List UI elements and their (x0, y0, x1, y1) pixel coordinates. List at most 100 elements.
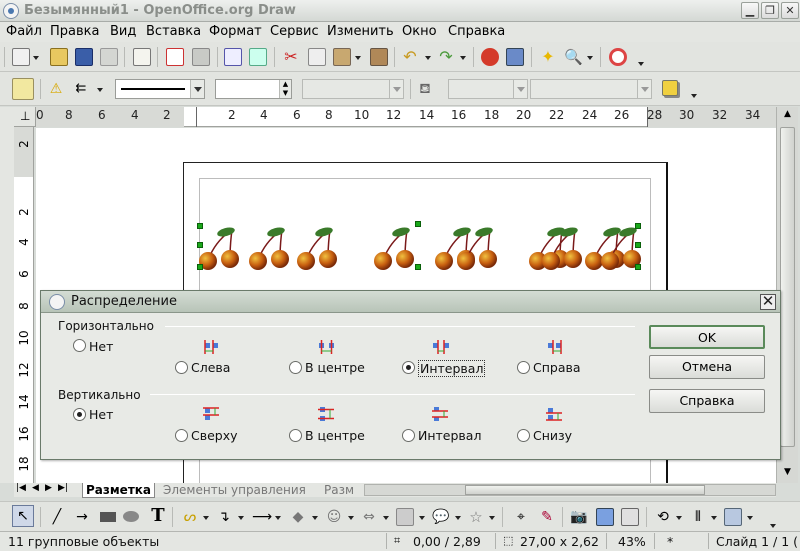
vertical-none-radio[interactable] (73, 408, 86, 421)
line-width-field[interactable]: ▲ ▼ (215, 79, 292, 99)
rotate-icon[interactable]: ⟲ (654, 508, 672, 526)
dialog-close-icon[interactable]: ✕ (760, 294, 776, 310)
redo-icon[interactable]: ↷ (437, 48, 455, 66)
points-icon[interactable]: ⌖ (512, 508, 530, 526)
vertical-center-radio[interactable] (289, 429, 302, 442)
callouts-icon[interactable]: 💬 (432, 508, 450, 526)
help-button[interactable]: Справка (649, 389, 765, 413)
connector-tool-icon[interactable]: ↴ (215, 508, 233, 526)
vertical-bottom-radio[interactable] (517, 429, 530, 442)
flowchart-icon[interactable] (396, 508, 414, 526)
area-fill-icon[interactable]: ⛾ (416, 80, 434, 98)
selection-handle[interactable] (635, 242, 641, 248)
selection-handle[interactable] (197, 242, 203, 248)
selection-handle[interactable] (635, 264, 641, 270)
menu-view[interactable]: Вид (110, 24, 136, 39)
block-arrows-icon[interactable]: ⇔ (360, 508, 378, 526)
last-tab-icon[interactable]: ▶| (58, 483, 68, 493)
line-arrow-tool-icon[interactable]: → (73, 508, 91, 526)
help-lifebuoy-icon[interactable] (609, 48, 627, 66)
area-fill-select[interactable] (530, 79, 652, 99)
menu-format[interactable]: Формат (209, 24, 262, 39)
scrollbar-thumb[interactable] (465, 485, 705, 495)
line-style-select[interactable] (115, 79, 205, 99)
insert-image-icon[interactable] (506, 48, 524, 66)
area-style-select[interactable] (448, 79, 528, 99)
line-icon[interactable]: ⚠ (47, 80, 65, 98)
chart-icon[interactable] (481, 48, 499, 66)
stars-icon[interactable]: ☆ (467, 508, 485, 526)
horizontal-ruler[interactable]: 0 8 6 4 2 2 4 6 8 10 12 14 16 18 20 22 2… (36, 107, 776, 127)
glue-points-icon[interactable]: ✎ (538, 508, 556, 526)
horizontal-center-radio[interactable] (289, 361, 302, 374)
horizontal-right-radio[interactable] (517, 361, 530, 374)
selection-handle[interactable] (415, 221, 421, 227)
ruler-corner[interactable]: ⊥ (14, 107, 36, 127)
autospellcheck-icon[interactable] (249, 48, 267, 66)
close-window-button[interactable]: ✕ (781, 2, 799, 19)
menu-insert[interactable]: Вставка (146, 24, 201, 39)
app-icon[interactable] (3, 3, 19, 19)
menu-tools[interactable]: Сервис (270, 24, 319, 39)
menu-window[interactable]: Окно (402, 24, 437, 39)
horizontal-spacing-radio[interactable] (402, 361, 415, 374)
undo-icon[interactable]: ↶ (401, 48, 419, 66)
extrusion-icon[interactable] (621, 508, 639, 526)
zoom-icon[interactable]: 🔍 (564, 48, 583, 66)
rectangle-tool-icon[interactable] (100, 512, 116, 522)
selection-handle[interactable] (197, 264, 203, 270)
horizontal-scrollbar[interactable] (364, 484, 776, 496)
vertical-ruler[interactable]: 2 2 4 6 8 10 12 14 16 18 (14, 127, 34, 483)
vertical-spacing-radio[interactable] (402, 429, 415, 442)
tab-controls[interactable]: Элементы управления (163, 483, 306, 497)
selection-handle[interactable] (635, 223, 641, 229)
tab-dimension-lines[interactable]: Разм (324, 483, 354, 497)
align-icon[interactable]: ⫴ (689, 508, 707, 526)
text-tool-icon[interactable]: T (149, 507, 167, 525)
minimize-button[interactable]: ▁ (741, 2, 759, 19)
scrollbar-thumb[interactable] (780, 127, 795, 447)
lines-arrows-tool-icon[interactable]: ⟶ (252, 508, 272, 526)
styles-icon[interactable] (12, 78, 34, 100)
menu-file[interactable]: Файл (6, 24, 42, 39)
menu-modify[interactable]: Изменить (327, 24, 394, 39)
line-color-select[interactable] (302, 79, 404, 99)
edit-file-icon[interactable] (133, 48, 151, 66)
cut-icon[interactable]: ✂ (282, 48, 300, 66)
select-tool-icon[interactable]: ↖ (12, 505, 34, 527)
symbol-shapes-icon[interactable]: ☺ (325, 508, 343, 526)
from-file-icon[interactable]: 📷 (570, 508, 588, 526)
curve-tool-icon[interactable]: ᔕ (181, 508, 199, 526)
menu-help[interactable]: Справка (448, 24, 505, 39)
basic-shapes-icon[interactable]: ◆ (289, 508, 307, 526)
paste-icon[interactable] (333, 48, 351, 66)
new-document-icon[interactable] (12, 48, 30, 66)
maximize-button[interactable]: ❐ (761, 2, 779, 19)
tab-layout[interactable]: Разметка (82, 483, 156, 498)
status-zoom[interactable]: 43% (618, 534, 646, 549)
line-tool-icon[interactable]: ╱ (48, 508, 66, 526)
horizontal-left-radio[interactable] (175, 361, 188, 374)
ok-button[interactable]: OK (649, 325, 765, 349)
spellcheck-icon[interactable] (224, 48, 242, 66)
ellipse-tool-icon[interactable] (123, 511, 139, 522)
dialog-title-bar[interactable]: Распределение ✕ (41, 291, 780, 313)
export-pdf-icon[interactable] (166, 48, 184, 66)
next-tab-icon[interactable]: ▶ (45, 483, 52, 493)
menu-edit[interactable]: Правка (50, 24, 99, 39)
clone-formatting-icon[interactable] (370, 48, 388, 66)
save-icon[interactable] (75, 48, 93, 66)
effects-icon[interactable]: ✦ (539, 48, 557, 66)
shadow-icon[interactable] (662, 80, 678, 96)
arrange-icon[interactable] (724, 508, 742, 526)
horizontal-none-radio[interactable] (73, 339, 86, 352)
email-icon[interactable] (100, 48, 118, 66)
selection-handle[interactable] (197, 223, 203, 229)
open-icon[interactable] (50, 48, 68, 66)
gallery-icon[interactable] (596, 508, 614, 526)
prev-tab-icon[interactable]: ◀ (32, 483, 39, 493)
scroll-up-button[interactable]: ▲ (779, 109, 796, 123)
cancel-button[interactable]: Отмена (649, 355, 765, 379)
copy-icon[interactable] (308, 48, 326, 66)
first-tab-icon[interactable]: |◀ (16, 483, 26, 493)
